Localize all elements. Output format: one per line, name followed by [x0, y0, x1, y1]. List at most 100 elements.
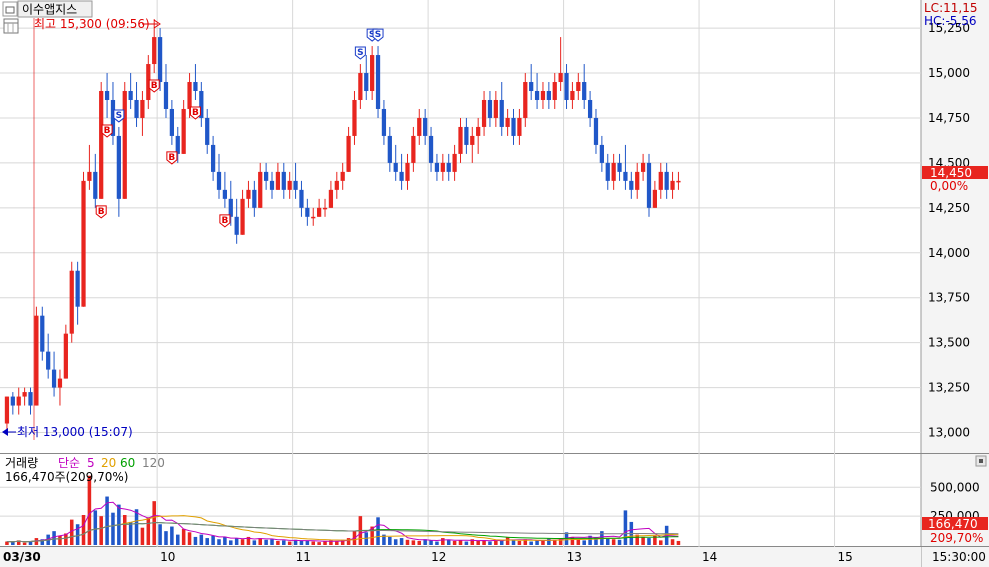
- volume-legend-title: 거래량: [5, 456, 38, 470]
- candle-body: [487, 99, 493, 118]
- candle-body: [476, 126, 481, 136]
- volume-bar: [223, 536, 227, 545]
- candle-body: [216, 171, 222, 190]
- volume-bar: [199, 534, 204, 545]
- time-axis-panel: [0, 547, 921, 567]
- buy-marker-label: B: [104, 126, 111, 136]
- volume-bar: [75, 524, 80, 545]
- current-pct-label: 0,00%: [930, 179, 968, 193]
- volume-bar: [140, 527, 145, 545]
- volume-bar: [641, 536, 645, 545]
- candle-body: [393, 162, 398, 172]
- volume-summary: 166,470주(209,70%): [5, 470, 128, 484]
- volume-bar: [111, 512, 115, 545]
- time-tick-label: 03/30: [3, 550, 41, 564]
- volume-bar: [58, 535, 62, 545]
- candle-body: [222, 189, 228, 199]
- price-tick-label: 13,750: [928, 291, 970, 305]
- volume-bar: [393, 539, 398, 545]
- candle-body: [299, 189, 304, 208]
- volume-bar: [93, 510, 98, 545]
- price-tick-label: 14,750: [928, 111, 970, 125]
- volume-bar: [52, 531, 56, 545]
- candle-body: [258, 171, 263, 208]
- volume-bar: [311, 541, 316, 545]
- volume-bar: [128, 521, 133, 545]
- candle-body: [605, 162, 610, 181]
- candle-body: [293, 180, 298, 190]
- time-tick-label: 14: [702, 550, 717, 564]
- price-tick-label: 13,000: [928, 426, 970, 440]
- volume-ma-kind: 단순: [58, 456, 80, 470]
- candle-body: [564, 73, 569, 100]
- candle-body: [540, 91, 546, 100]
- candle-body: [458, 126, 463, 154]
- candle-body: [370, 55, 375, 91]
- candle-body: [275, 171, 281, 190]
- volume-bar: [175, 534, 180, 545]
- volume-bar: [605, 538, 610, 545]
- volume-bar: [11, 542, 15, 545]
- volume-bar: [405, 539, 410, 545]
- price-tick-label: 13,250: [928, 381, 970, 395]
- volume-bar: [670, 539, 675, 545]
- time-tick-label: 11: [296, 550, 311, 564]
- volume-bar: [435, 541, 439, 545]
- volume-bar: [146, 517, 151, 545]
- candle-body: [75, 270, 80, 307]
- candle-body: [511, 117, 516, 136]
- candle-body: [652, 189, 658, 208]
- candle-body: [269, 180, 275, 190]
- time-tick-label: 10: [160, 550, 175, 564]
- candle-body: [464, 126, 469, 145]
- calendar-icon[interactable]: [3, 18, 19, 34]
- candle-body: [181, 108, 186, 154]
- buy-marker-label: B: [151, 81, 158, 91]
- candle-body: [116, 135, 121, 199]
- candle-body: [676, 180, 681, 183]
- volume-bar: [270, 539, 274, 545]
- volume-bar: [623, 510, 628, 545]
- candle-body: [670, 180, 675, 190]
- candle-body: [399, 171, 404, 181]
- volume-bar: [276, 540, 280, 545]
- volume-bar: [164, 531, 168, 545]
- volume-bar: [499, 540, 504, 545]
- price-tick-label: 13,500: [928, 336, 970, 350]
- volume-bar: [376, 517, 380, 545]
- volume-ma-120: 120: [142, 456, 165, 470]
- volume-bar: [505, 536, 510, 545]
- candle-body: [446, 162, 451, 172]
- candle-body: [558, 73, 563, 83]
- candle-body: [629, 180, 634, 190]
- candle-body: [87, 171, 92, 181]
- low-price-marker: 최저 13,000 (15:07): [17, 425, 133, 439]
- hc-label: HC:-5,56: [924, 14, 977, 28]
- chart-menu-icon[interactable]: [2, 1, 18, 17]
- volume-bar: [464, 541, 469, 545]
- volume-bar: [217, 539, 221, 545]
- volume-bar: [99, 516, 103, 545]
- volume-bar: [611, 539, 616, 545]
- candle-body: [517, 117, 522, 136]
- volume-bar: [388, 536, 392, 545]
- candle-body: [587, 99, 593, 118]
- volume-bar: [258, 538, 262, 545]
- candle-body: [240, 198, 245, 235]
- buy-marker-label: B: [168, 153, 175, 163]
- volume-bar: [482, 540, 486, 545]
- candle-body: [246, 189, 251, 199]
- candle-body: [381, 108, 387, 136]
- candle-body: [34, 315, 39, 406]
- candle-body: [635, 171, 640, 190]
- candle-body: [252, 189, 257, 208]
- candle-body: [658, 171, 663, 190]
- volume-bar: [69, 519, 74, 545]
- candle-body: [122, 91, 127, 199]
- volume-bar: [317, 542, 321, 545]
- candle-body: [10, 396, 15, 406]
- volume-ma-20: 20: [101, 456, 116, 470]
- candle-body: [358, 73, 363, 100]
- candle-body: [640, 162, 646, 172]
- candle-body: [40, 315, 45, 352]
